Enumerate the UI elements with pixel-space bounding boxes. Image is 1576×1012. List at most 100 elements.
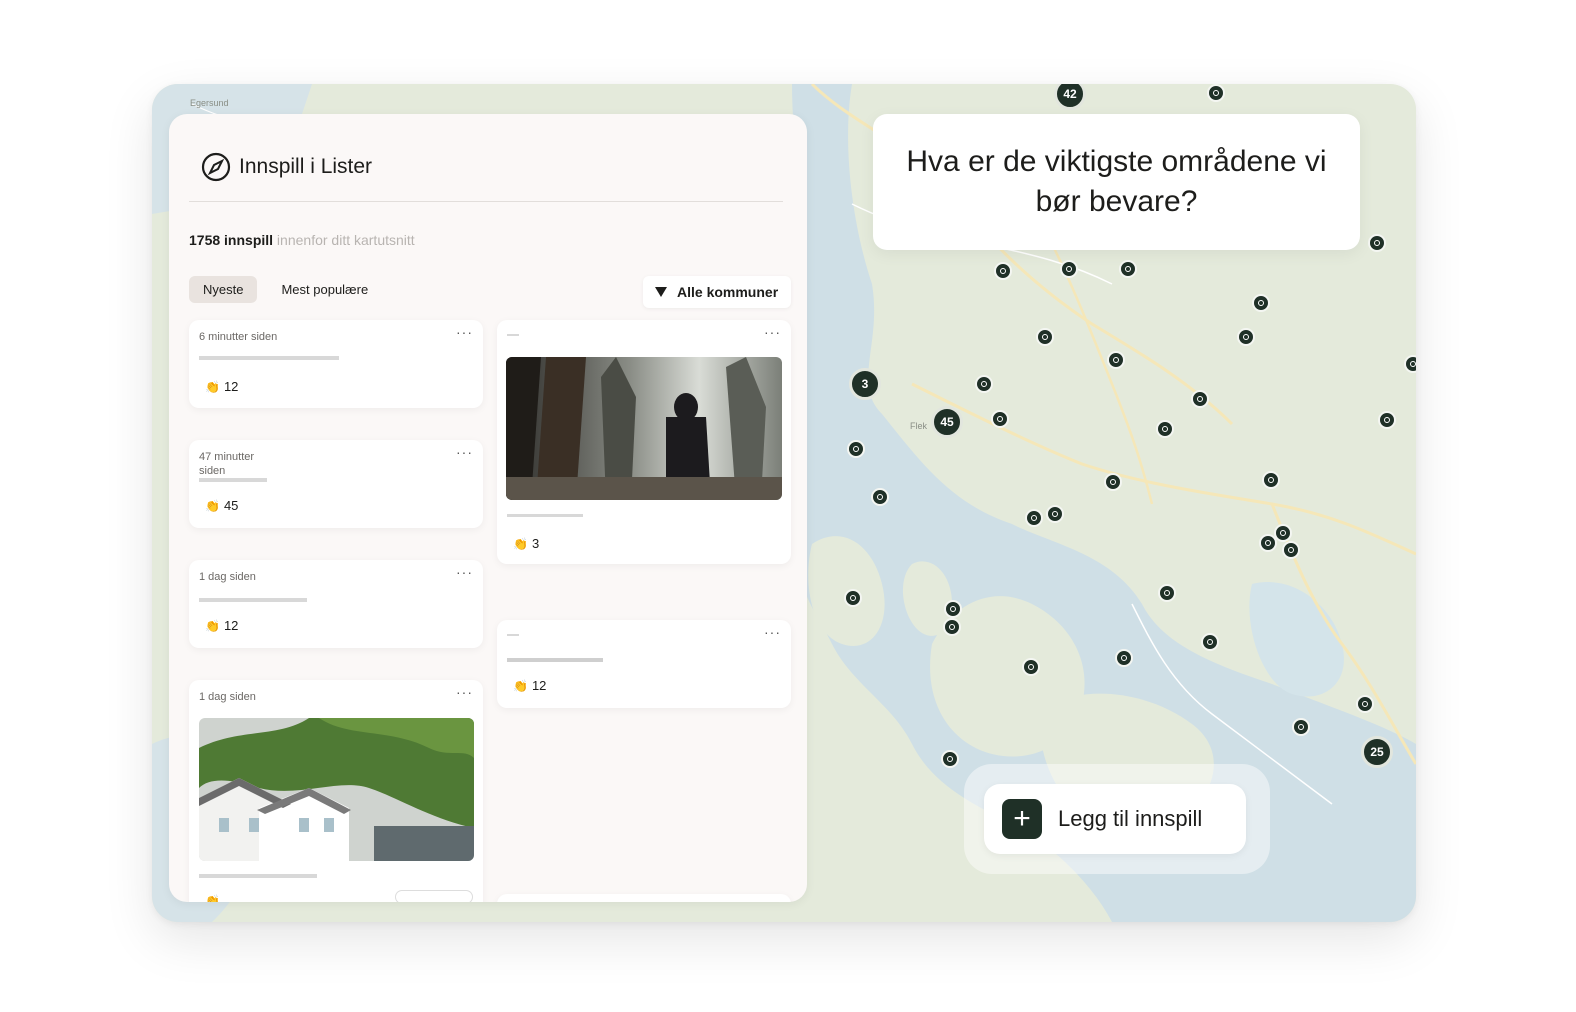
map-marker[interactable] — [1207, 84, 1225, 102]
clap-icon: 👏 — [205, 498, 220, 513]
map-marker[interactable] — [1252, 294, 1270, 312]
clap-count[interactable]: 👏 — [205, 894, 224, 902]
municipality-filter-label: Alle kommuner — [677, 284, 779, 300]
clap-count[interactable]: 👏 45 — [205, 498, 238, 513]
map-marker[interactable] — [1119, 260, 1137, 278]
map-marker[interactable] — [1356, 695, 1374, 713]
map-marker[interactable] — [1404, 355, 1416, 373]
feedback-card[interactable]: 47 minutter siden ··· 👏 45 — [189, 440, 483, 528]
clap-icon: 👏 — [513, 678, 528, 693]
map-marker[interactable] — [943, 618, 961, 636]
map-marker[interactable] — [941, 750, 959, 768]
card-text — [507, 334, 519, 336]
sort-tabs: Nyeste Mest populære — [189, 276, 382, 303]
map-marker[interactable] — [975, 375, 993, 393]
cta-container: + Legg til innspill — [964, 764, 1270, 874]
card-text — [507, 514, 583, 517]
card-timestamp: 1 dag siden — [199, 691, 256, 703]
filter-triangle-icon — [655, 287, 667, 297]
map-marker[interactable] — [1292, 718, 1310, 736]
map-marker[interactable] — [1060, 260, 1078, 278]
map-label-flek: Flek — [910, 421, 928, 431]
clap-count-value: 3 — [531, 536, 540, 551]
question-card: Hva er de viktigste områdene vi bør beva… — [873, 114, 1360, 250]
map-marker[interactable] — [1274, 524, 1292, 542]
clap-count[interactable]: 👏 12 — [513, 678, 546, 693]
panel-title: Innspill i Lister — [239, 155, 373, 178]
more-options-icon[interactable]: ··· — [456, 684, 473, 700]
map-marker[interactable] — [1262, 471, 1280, 489]
more-options-icon[interactable]: ··· — [456, 324, 473, 340]
clap-count-value: 12 — [223, 379, 239, 394]
map-label-egersund: Egersund — [190, 98, 229, 108]
map-marker[interactable] — [1368, 234, 1386, 252]
card-text — [507, 634, 519, 636]
map-marker[interactable] — [991, 410, 1009, 428]
clap-count[interactable]: 👏 3 — [513, 536, 539, 551]
house-photo[interactable] — [199, 718, 474, 861]
clap-icon: 👏 — [205, 618, 220, 633]
more-options-icon[interactable]: ··· — [764, 324, 781, 340]
map-cluster[interactable]: 3 — [849, 368, 881, 400]
map-marker[interactable] — [1282, 541, 1300, 559]
feedback-panel: Innspill i Lister 1758 innspill innenfor… — [169, 114, 807, 902]
compass-icon — [201, 152, 231, 182]
feedback-card[interactable]: ··· 👏 3 — [497, 320, 791, 564]
feedback-card[interactable]: 6 minutter siden ··· 👏 12 — [189, 320, 483, 408]
map-marker[interactable] — [1107, 351, 1125, 369]
feedback-card[interactable]: ··· 👏 12 — [497, 620, 791, 708]
panel-header: Innspill i Lister — [201, 152, 372, 182]
map-marker[interactable] — [1104, 473, 1122, 491]
feedback-card[interactable] — [497, 894, 791, 902]
map-marker[interactable] — [871, 488, 889, 506]
app-frame: Egersund Flek 42 3 45 25 Innspill i List… — [152, 84, 1416, 922]
feedback-count-number: 1758 innspill — [189, 232, 274, 248]
card-timestamp: 47 minutter siden — [199, 451, 255, 477]
map-marker[interactable] — [847, 440, 865, 458]
feedback-count-suffix: innenfor ditt kartutsnitt — [273, 232, 415, 248]
map-cluster[interactable]: 45 — [931, 406, 963, 438]
map-marker[interactable] — [1156, 420, 1174, 438]
map-marker[interactable] — [1022, 658, 1040, 676]
map-marker[interactable] — [944, 600, 962, 618]
map-marker[interactable] — [1378, 411, 1396, 429]
clap-icon: 👏 — [205, 379, 220, 394]
clap-count-value: 45 — [223, 498, 239, 513]
municipality-filter-button[interactable]: Alle kommuner — [643, 276, 791, 308]
map-cluster[interactable]: 25 — [1361, 736, 1393, 768]
map-marker[interactable] — [1259, 534, 1277, 552]
plus-icon: + — [1002, 799, 1042, 839]
tab-most-popular[interactable]: Mest populære — [267, 276, 382, 303]
clap-count[interactable]: 👏 12 — [205, 379, 238, 394]
map-marker[interactable] — [1201, 633, 1219, 651]
map-marker[interactable] — [994, 262, 1012, 280]
clap-count-value: 12 — [223, 618, 239, 633]
map-marker[interactable] — [1046, 505, 1064, 523]
feedback-card[interactable]: 1 dag siden ··· 👏 12 — [189, 560, 483, 648]
card-text — [199, 874, 317, 878]
map-marker[interactable] — [1237, 328, 1255, 346]
clap-icon: 👏 — [205, 894, 220, 902]
map-marker[interactable] — [1036, 328, 1054, 346]
card-timestamp: 1 dag siden — [199, 571, 256, 583]
map-marker[interactable] — [1115, 649, 1133, 667]
card-action-pill[interactable] — [395, 890, 473, 902]
tab-newest[interactable]: Nyeste — [189, 276, 258, 303]
clap-count[interactable]: 👏 12 — [205, 618, 238, 633]
forest-photo[interactable] — [506, 357, 782, 500]
map-marker[interactable] — [844, 589, 862, 607]
divider — [189, 201, 783, 202]
card-text — [199, 356, 339, 360]
feedback-card[interactable]: 1 dag siden ··· 👏 — [189, 680, 483, 902]
card-text — [199, 478, 267, 482]
add-feedback-label: Legg til innspill — [1058, 806, 1203, 831]
more-options-icon[interactable]: ··· — [764, 624, 781, 640]
more-options-icon[interactable]: ··· — [456, 444, 473, 460]
map-marker[interactable] — [1158, 584, 1176, 602]
map-marker[interactable] — [1025, 509, 1043, 527]
card-text — [507, 658, 603, 662]
add-feedback-button[interactable]: + Legg til innspill — [984, 784, 1246, 854]
map-marker[interactable] — [1191, 390, 1209, 408]
more-options-icon[interactable]: ··· — [456, 564, 473, 580]
card-text — [199, 598, 307, 602]
